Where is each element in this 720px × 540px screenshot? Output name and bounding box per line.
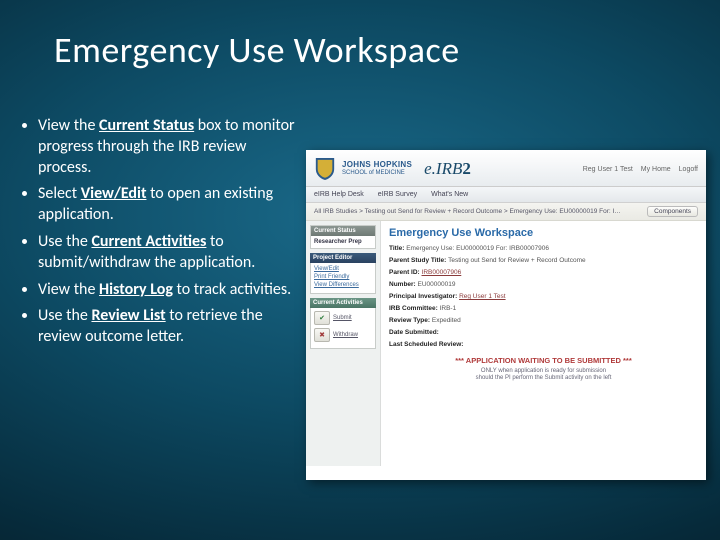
field-row: Last Scheduled Review: — [389, 341, 698, 348]
logoff-link[interactable]: Logoff — [679, 166, 698, 173]
submission-warning: *** APPLICATION WAITING TO BE SUBMITTED … — [389, 356, 698, 365]
field-row: Parent Study Title: Testing out Send for… — [389, 257, 698, 264]
toolbar: eIRB Help Desk eIRB Survey What's New — [306, 187, 706, 203]
submit-link[interactable]: Submit — [333, 315, 352, 321]
breadcrumb: All IRB Studies > Testing out Send for R… — [314, 208, 624, 215]
view-edit-link[interactable]: View/Edit — [314, 266, 372, 272]
user-link[interactable]: Reg User 1 Test — [583, 166, 633, 173]
view-differences-link[interactable]: View Differences — [314, 282, 372, 288]
submission-note: ONLY when application is ready for submi… — [389, 368, 698, 382]
bullet-item: Use the Review List to retrieve the revi… — [38, 306, 300, 348]
field-row: Review Type: Expedited — [389, 317, 698, 324]
project-editor-links: View/Edit Print Friendly View Difference… — [310, 263, 376, 294]
slide-title: Emergency Use Workspace — [54, 28, 460, 72]
withdraw-icon: ✖ — [314, 328, 330, 342]
survey-link[interactable]: eIRB Survey — [378, 191, 417, 198]
myhome-link[interactable]: My Home — [641, 166, 671, 173]
bullet-item: Select View/Edit to open an existing app… — [38, 184, 300, 226]
sidebar: Current Status Researcher Prep Project E… — [306, 221, 381, 466]
current-status-value: Researcher Prep — [314, 239, 372, 245]
field-link[interactable]: IRB00007906 — [422, 269, 462, 276]
bullet-item: View the History Log to track activities… — [38, 280, 300, 301]
withdraw-link[interactable]: Withdraw — [333, 332, 358, 338]
field-row: Number: EU00000019 — [389, 281, 698, 288]
brand-top: JOHNS HOPKINS — [342, 161, 412, 170]
whatsnew-link[interactable]: What's New — [431, 191, 468, 198]
bullet-item: Use the Current Activities to submit/wit… — [38, 232, 300, 274]
field-row: Date Submitted: — [389, 329, 698, 336]
components-button[interactable]: Components — [647, 206, 698, 217]
project-editor-header: Project Editor — [310, 253, 376, 263]
brand-bottom: SCHOOL of MEDICINE — [342, 170, 412, 177]
bullet-list: View the Current Status box to monitor p… — [20, 116, 300, 354]
workspace-content: Emergency Use Workspace Title: Emergency… — [381, 221, 706, 466]
field-link[interactable]: Reg User 1 Test — [459, 293, 505, 300]
jh-shield-icon — [314, 156, 336, 182]
field-row: Principal Investigator: Reg User 1 Test — [389, 293, 698, 300]
top-links: Reg User 1 Test My Home Logoff — [577, 166, 698, 173]
bullet-item: View the Current Status box to monitor p… — [38, 116, 300, 178]
field-row: IRB Committee: IRB-1 — [389, 305, 698, 312]
field-row: Title: Emergency Use: EU00000019 For: IR… — [389, 245, 698, 252]
product-logo: e.IRB2 — [424, 159, 471, 179]
current-activities-header: Current Activities — [310, 298, 376, 308]
helpdesk-link[interactable]: eIRB Help Desk — [314, 191, 364, 198]
field-row: Parent ID: IRB00007906 — [389, 269, 698, 276]
submit-icon: ✔ — [314, 311, 330, 325]
workspace-heading: Emergency Use Workspace — [389, 227, 698, 239]
print-friendly-link[interactable]: Print Friendly — [314, 274, 372, 280]
app-header: JOHNS HOPKINS SCHOOL of MEDICINE e.IRB2 … — [306, 150, 706, 187]
current-status-header: Current Status — [311, 226, 375, 236]
screenshot-panel: JOHNS HOPKINS SCHOOL of MEDICINE e.IRB2 … — [306, 150, 706, 480]
